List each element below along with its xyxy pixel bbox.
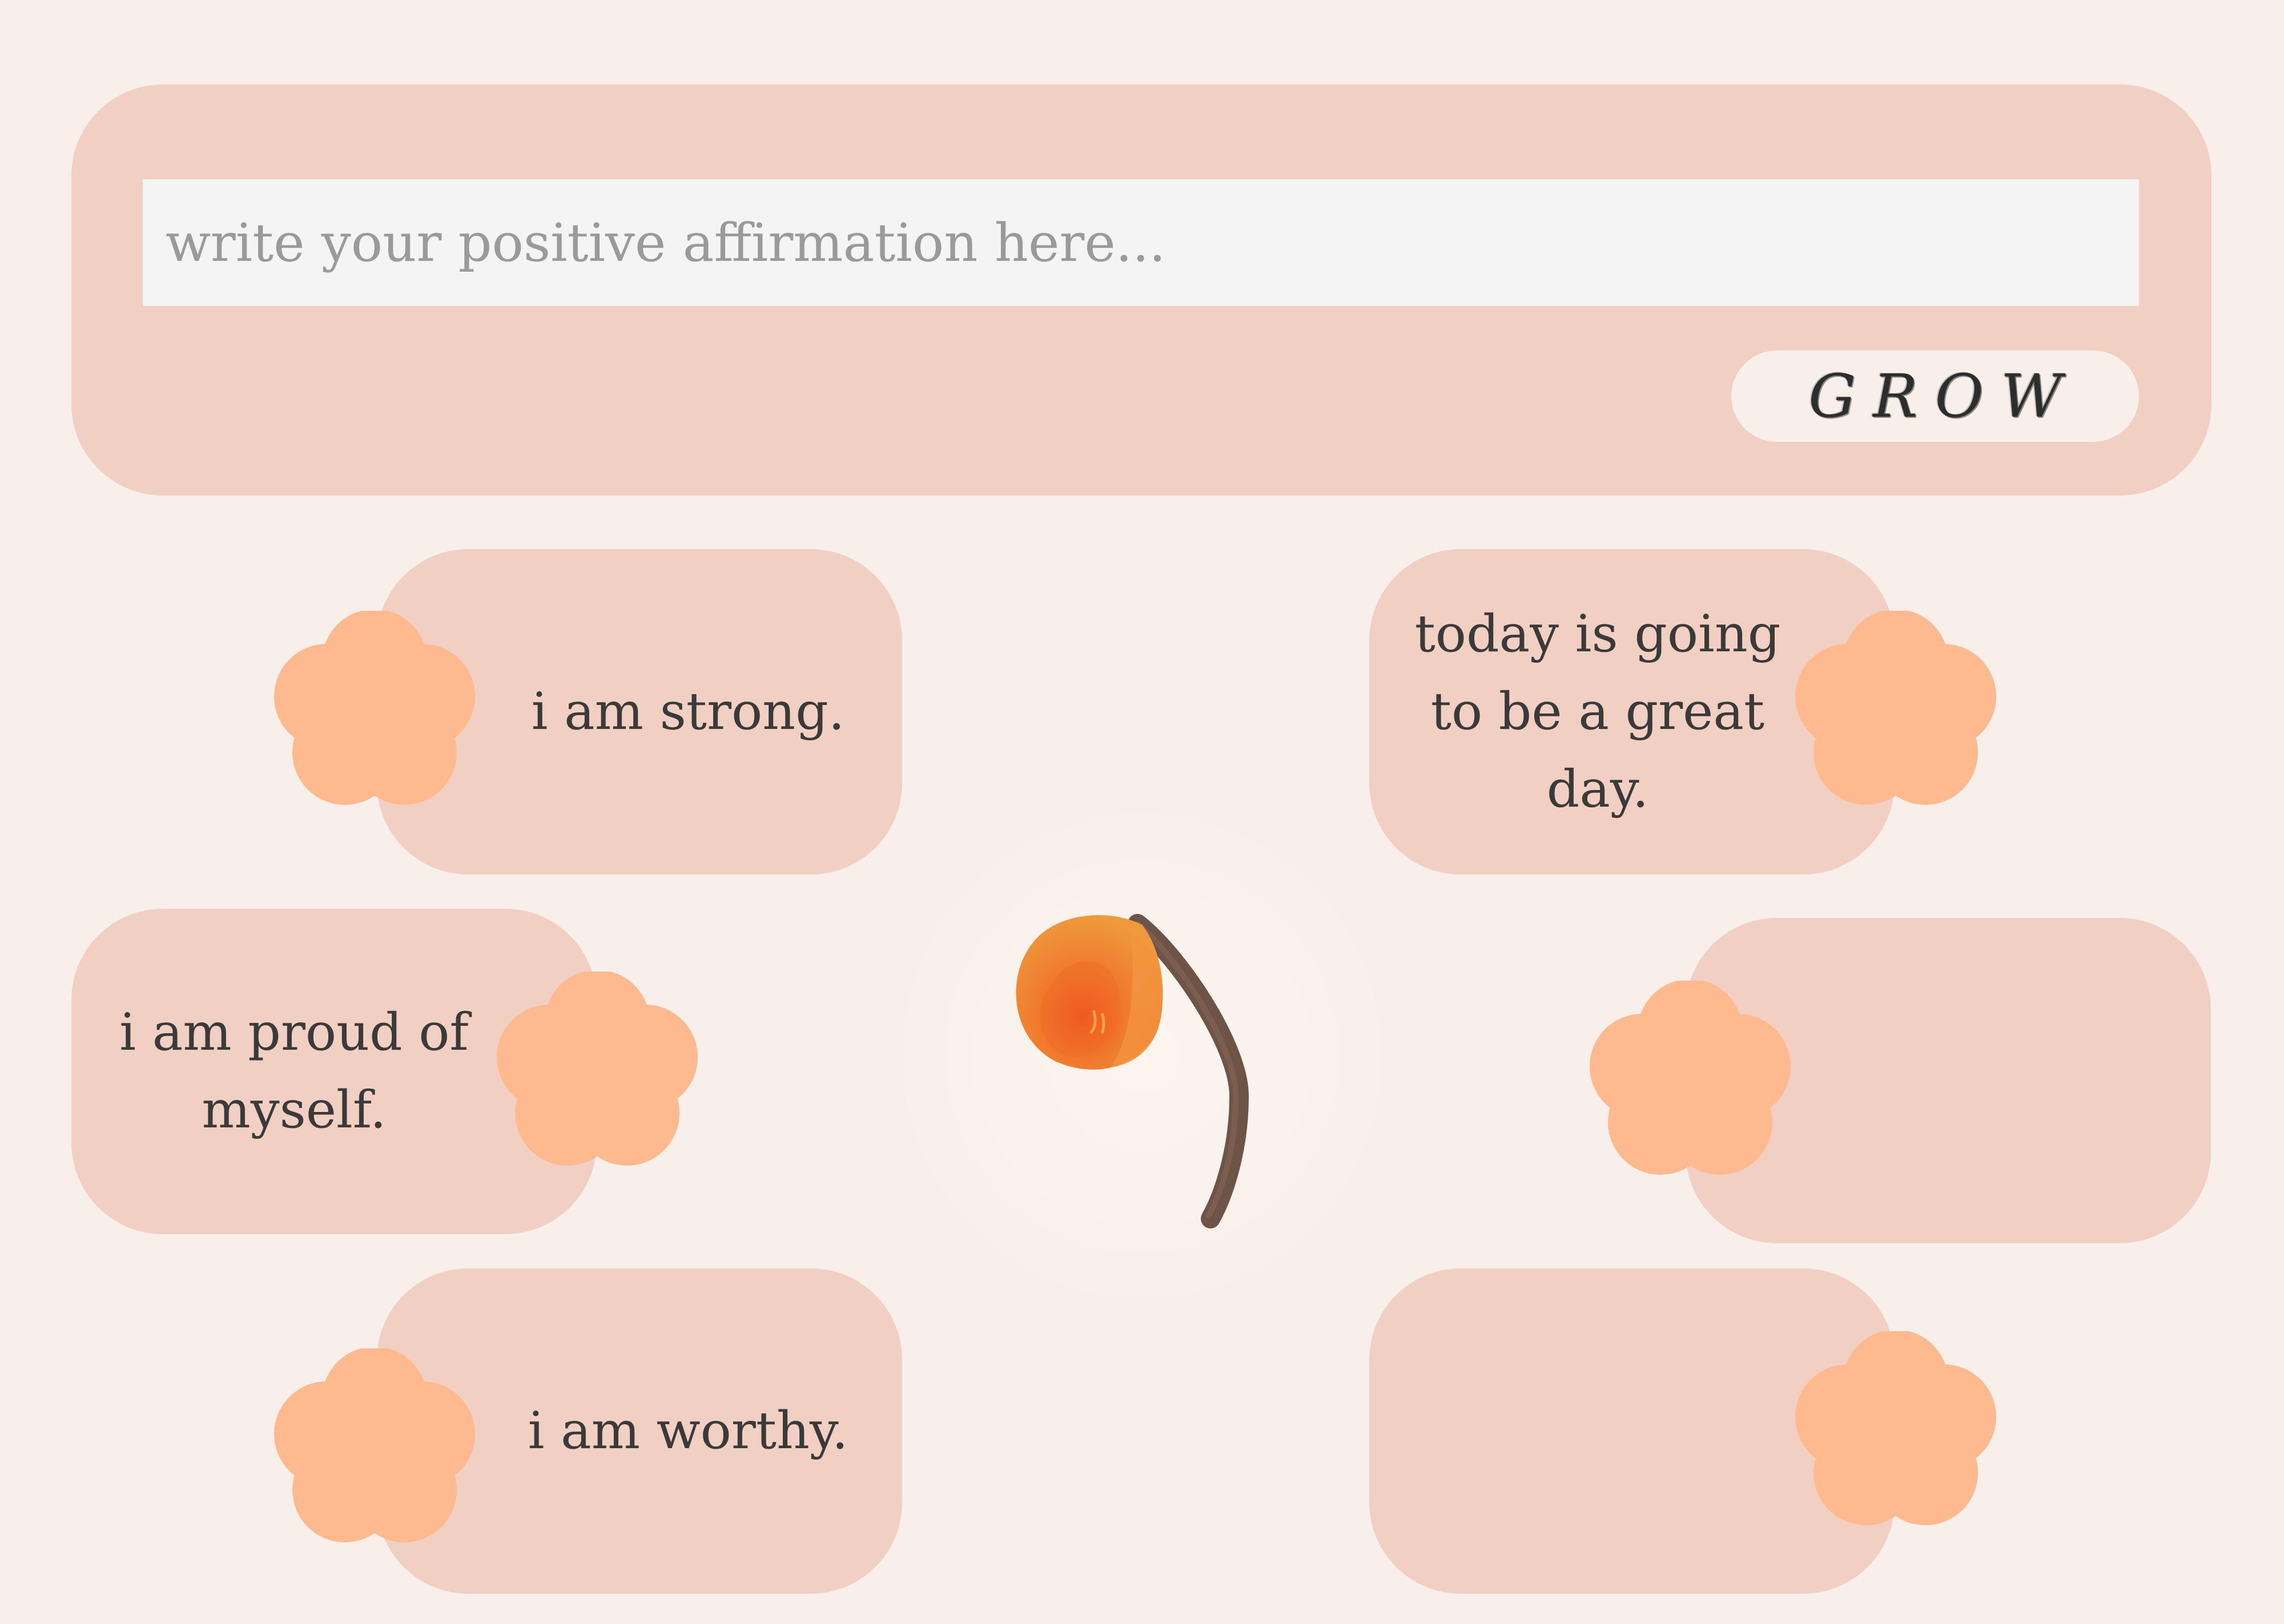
- affirmation-text-3: i am proud of myself.: [119, 1002, 469, 1140]
- affirmation-text-1: i am strong.: [531, 682, 845, 742]
- flower-icon: [274, 1348, 475, 1542]
- flower-bud-icon: [1016, 914, 1249, 1228]
- grow-button[interactable]: GROW: [1731, 350, 2139, 442]
- flower-icon: [1590, 981, 1791, 1175]
- affirmation-text-5: i am worthy.: [528, 1401, 849, 1461]
- flower-icon: [1795, 611, 1996, 805]
- affirmation-text-6: [1392, 1268, 1803, 1594]
- flower-icon: [497, 972, 698, 1166]
- affirmation-text-4: [1800, 918, 2194, 1243]
- affirmation-input[interactable]: [143, 179, 2139, 306]
- flower-icon: [274, 611, 475, 805]
- affirmation-input-wrapper: [143, 179, 2139, 306]
- flower-icon: [1795, 1331, 1996, 1525]
- affirmation-text-2: today is going to be a great day.: [1414, 604, 1781, 819]
